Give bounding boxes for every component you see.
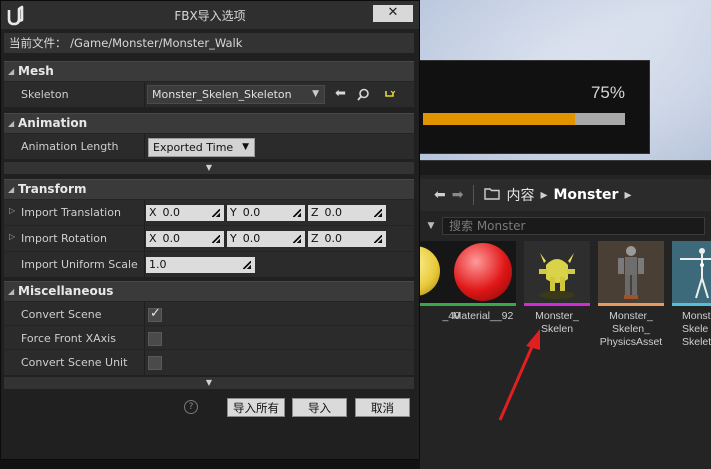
animation-length-label: Animation Length [21, 140, 119, 153]
drag-grip-icon[interactable] [293, 209, 301, 217]
import-uniform-scale-row: Import Uniform Scale 1.0 [4, 251, 414, 277]
uniform-scale-field[interactable]: 1.0 [146, 257, 255, 273]
drag-grip-icon[interactable] [293, 235, 301, 243]
column-divider [144, 134, 145, 159]
convert-scene-unit-label: Convert Scene Unit [21, 356, 128, 369]
dropdown-arrow-icon: ▼ [242, 142, 249, 152]
dropdown-arrow-icon: ▼ [312, 89, 319, 99]
convert-scene-label: Convert Scene [21, 308, 102, 321]
drag-grip-icon[interactable] [243, 261, 251, 269]
section-title: Animation [18, 116, 88, 130]
column-divider [144, 302, 145, 327]
animation-length-row: Animation Length Exported Time ▼ [4, 133, 414, 159]
animation-length-combo[interactable]: Exported Time ▼ [148, 138, 255, 157]
dialog-titlebar[interactable]: FBX导入选项 ✕ [1, 1, 419, 29]
translation-z-field[interactable]: Z 0.0 [308, 205, 386, 221]
close-button[interactable]: ✕ [373, 5, 413, 22]
skeleton-combo[interactable]: Monster_Skelen_Skeleton ▼ [147, 85, 325, 104]
convert-scene-row: Convert Scene [4, 301, 414, 327]
import-rotation-row: ▷ Import Rotation X 0.0 Y 0.0 Z 0.0 [4, 225, 414, 251]
advanced-expander[interactable]: ▼ [4, 162, 414, 174]
collapse-triangle-icon: ◢ [8, 185, 15, 194]
section-title: Transform [18, 182, 87, 196]
help-icon[interactable]: ? [184, 400, 198, 414]
convert-scene-unit-checkbox[interactable] [148, 356, 162, 370]
force-front-xaxis-label: Force Front XAxis [21, 332, 116, 345]
rotation-x-field[interactable]: X 0.0 [146, 231, 224, 247]
column-divider [144, 326, 145, 351]
import-uniform-scale-label: Import Uniform Scale [21, 258, 138, 271]
rotation-y-field[interactable]: Y 0.0 [227, 231, 305, 247]
column-divider [144, 252, 145, 277]
convert-scene-unit-row: Convert Scene Unit [4, 349, 414, 375]
column-divider [144, 82, 145, 107]
drag-grip-icon[interactable] [374, 209, 382, 217]
column-divider [144, 226, 145, 251]
dialog-title: FBX导入选项 [174, 9, 246, 23]
cancel-button[interactable]: 取消 [355, 398, 410, 417]
collapse-triangle-icon: ◢ [8, 119, 15, 128]
left-arrow-icon[interactable]: ⬅ [335, 87, 346, 101]
translation-y-field[interactable]: Y 0.0 [227, 205, 305, 221]
import-translation-row: ▷ Import Translation X 0.0 Y 0.0 Z 0.0 [4, 199, 414, 225]
section-miscellaneous[interactable]: ◢ Miscellaneous [4, 281, 414, 301]
drag-grip-icon[interactable] [212, 209, 220, 217]
advanced-expander[interactable]: ▼ [4, 377, 414, 389]
reset-icon[interactable] [384, 89, 396, 103]
search-icon[interactable] [357, 88, 370, 105]
section-animation[interactable]: ◢ Animation [4, 113, 414, 133]
force-front-xaxis-row: Force Front XAxis [4, 325, 414, 351]
skeleton-label: Skeleton [21, 88, 69, 101]
column-divider [144, 200, 145, 225]
expand-triangle-icon[interactable]: ▷ [9, 206, 15, 215]
convert-scene-checkbox[interactable] [148, 306, 162, 322]
fbx-import-dialog: FBX导入选项 ✕ 当前文件： /Game/Monster/Monster_Wa… [0, 0, 420, 460]
drag-grip-icon[interactable] [374, 235, 382, 243]
drag-grip-icon[interactable] [212, 235, 220, 243]
rotation-z-field[interactable]: Z 0.0 [308, 231, 386, 247]
import-all-button[interactable]: 导入所有 [227, 398, 285, 417]
section-title: Mesh [18, 64, 54, 78]
section-mesh[interactable]: ◢ Mesh [4, 61, 414, 81]
skeleton-value: Monster_Skelen_Skeleton [152, 88, 292, 101]
animation-length-value: Exported Time [153, 141, 234, 154]
collapse-triangle-icon: ◢ [8, 67, 15, 76]
import-rotation-label: Import Rotation [21, 232, 108, 245]
current-file-label: 当前文件： /Game/Monster/Monster_Walk [4, 33, 414, 53]
import-translation-label: Import Translation [21, 206, 121, 219]
section-transform[interactable]: ◢ Transform [4, 179, 414, 199]
column-divider [144, 350, 145, 375]
translation-x-field[interactable]: X 0.0 [146, 205, 224, 221]
expand-triangle-icon[interactable]: ▷ [9, 232, 15, 241]
force-front-xaxis-checkbox[interactable] [148, 332, 162, 346]
import-button[interactable]: 导入 [292, 398, 347, 417]
section-title: Miscellaneous [18, 284, 114, 298]
collapse-triangle-icon: ◢ [8, 287, 15, 296]
skeleton-row: Skeleton Monster_Skelen_Skeleton ▼ ⬅ [4, 81, 414, 107]
